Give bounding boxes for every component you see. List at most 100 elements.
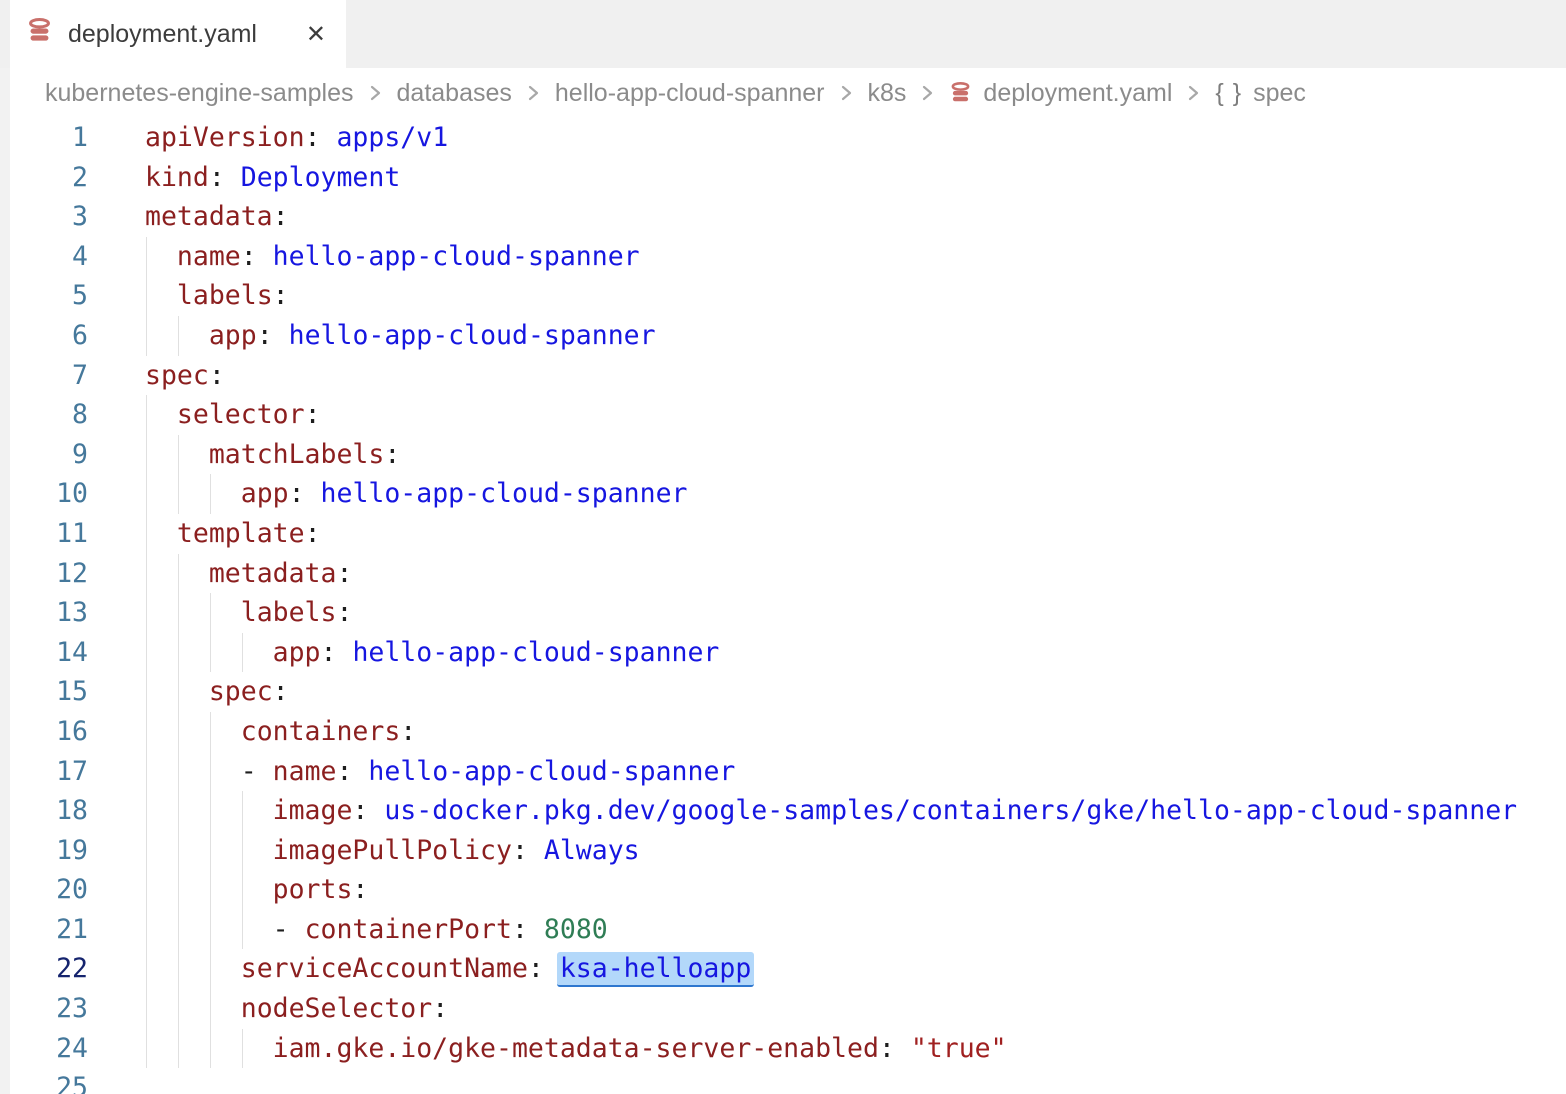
indent-guide — [242, 870, 243, 910]
line-number[interactable]: 8 — [0, 395, 88, 435]
breadcrumb-item-kubernetes-engine-samples[interactable]: kubernetes-engine-samples — [45, 79, 354, 108]
line-number[interactable]: 16 — [0, 712, 88, 752]
code-line-11[interactable]: 11 template: — [0, 514, 1566, 554]
code-line-text[interactable]: spec: — [88, 356, 1566, 396]
breadcrumb-item-deployment-yaml[interactable]: deployment.yaml — [949, 79, 1172, 108]
line-number[interactable]: 9 — [0, 435, 88, 475]
line-number[interactable]: 7 — [0, 356, 88, 396]
code-line-text[interactable]: iam.gke.io/gke-metadata-server-enabled: … — [88, 1029, 1566, 1069]
code-line-text[interactable]: metadata: — [88, 554, 1566, 594]
code-line-13[interactable]: 13 labels: — [0, 593, 1566, 633]
code-line-text[interactable]: app: hello-app-cloud-spanner — [88, 633, 1566, 673]
code-line-17[interactable]: 17 - name: hello-app-cloud-spanner — [0, 752, 1566, 792]
code-line-2[interactable]: 2kind: Deployment — [0, 158, 1566, 198]
code-line-9[interactable]: 9 matchLabels: — [0, 435, 1566, 475]
code-line-19[interactable]: 19 imagePullPolicy: Always — [0, 831, 1566, 871]
line-number[interactable]: 21 — [0, 910, 88, 950]
close-icon[interactable]: ✕ — [306, 22, 326, 46]
indent-guide — [146, 870, 147, 910]
indent-guide — [178, 633, 179, 673]
token-key: matchLabels — [209, 439, 385, 470]
code-line-10[interactable]: 10 app: hello-app-cloud-spanner — [0, 474, 1566, 514]
code-line-text[interactable]: template: — [88, 514, 1566, 554]
code-line-8[interactable]: 8 selector: — [0, 395, 1566, 435]
code-line-text[interactable]: labels: — [88, 593, 1566, 633]
code-line-text[interactable]: image: us-docker.pkg.dev/google-samples/… — [88, 791, 1566, 831]
code-line-text[interactable]: name: hello-app-cloud-spanner — [88, 237, 1566, 277]
breadcrumb-item-spec[interactable]: { }spec — [1215, 79, 1305, 108]
breadcrumb-item-k8s[interactable]: k8s — [868, 79, 907, 108]
token-pn: : — [336, 756, 368, 787]
code-line-3[interactable]: 3metadata: — [0, 197, 1566, 237]
line-number[interactable]: 13 — [0, 593, 88, 633]
code-line-14[interactable]: 14 app: hello-app-cloud-spanner — [0, 633, 1566, 673]
line-number[interactable]: 14 — [0, 633, 88, 673]
chevron-right-icon — [921, 81, 934, 105]
code-line-text[interactable]: spec: — [88, 672, 1566, 712]
token-ws — [145, 953, 241, 984]
code-line-24[interactable]: 24 iam.gke.io/gke-metadata-server-enable… — [0, 1029, 1566, 1069]
code-line-7[interactable]: 7spec: — [0, 356, 1566, 396]
line-number[interactable]: 3 — [0, 197, 88, 237]
line-number[interactable]: 5 — [0, 276, 88, 316]
code-line-12[interactable]: 12 metadata: — [0, 554, 1566, 594]
code-line-text[interactable]: nodeSelector: — [88, 989, 1566, 1029]
highlighted-token[interactable]: ksa-helloapp — [557, 952, 754, 987]
code-line-text[interactable]: app: hello-app-cloud-spanner — [88, 474, 1566, 514]
token-pn: : — [512, 835, 544, 866]
code-line-16[interactable]: 16 containers: — [0, 712, 1566, 752]
code-line-text[interactable]: containers: — [88, 712, 1566, 752]
code-line-18[interactable]: 18 image: us-docker.pkg.dev/google-sampl… — [0, 791, 1566, 831]
line-number[interactable]: 11 — [0, 514, 88, 554]
line-number[interactable]: 18 — [0, 791, 88, 831]
code-line-text[interactable]: selector: — [88, 395, 1566, 435]
line-number[interactable]: 22 — [0, 949, 88, 989]
code-line-text[interactable]: - name: hello-app-cloud-spanner — [88, 752, 1566, 792]
breadcrumb-item-databases[interactable]: databases — [397, 79, 512, 108]
line-number[interactable]: 1 — [0, 118, 88, 158]
line-number[interactable]: 24 — [0, 1029, 88, 1069]
indent-guide — [210, 1029, 211, 1069]
code-line-25[interactable]: 25 — [0, 1068, 1566, 1094]
line-number[interactable]: 10 — [0, 474, 88, 514]
code-line-text[interactable]: - containerPort: 8080 — [88, 910, 1566, 950]
code-area[interactable]: 1apiVersion: apps/v12kind: Deployment3me… — [0, 118, 1566, 1094]
code-line-23[interactable]: 23 nodeSelector: — [0, 989, 1566, 1029]
token-ws — [145, 241, 177, 272]
code-line-text[interactable]: kind: Deployment — [88, 158, 1566, 198]
code-line-20[interactable]: 20 ports: — [0, 870, 1566, 910]
tab-bar-empty-area — [346, 0, 1566, 68]
code-line-15[interactable]: 15 spec: — [0, 672, 1566, 712]
code-line-22[interactable]: 22 serviceAccountName: ksa-helloapp — [0, 949, 1566, 989]
indent-guide — [178, 554, 179, 594]
code-line-text[interactable]: app: hello-app-cloud-spanner — [88, 316, 1566, 356]
code-line-text[interactable] — [88, 1068, 1566, 1094]
code-line-text[interactable]: ports: — [88, 870, 1566, 910]
indent-guide — [210, 712, 211, 752]
code-line-text[interactable]: metadata: — [88, 197, 1566, 237]
line-number[interactable]: 12 — [0, 554, 88, 594]
code-line-4[interactable]: 4 name: hello-app-cloud-spanner — [0, 237, 1566, 277]
line-number[interactable]: 23 — [0, 989, 88, 1029]
code-line-text[interactable]: matchLabels: — [88, 435, 1566, 475]
line-number[interactable]: 15 — [0, 672, 88, 712]
line-number[interactable]: 6 — [0, 316, 88, 356]
code-line-1[interactable]: 1apiVersion: apps/v1 — [0, 118, 1566, 158]
code-line-text[interactable]: apiVersion: apps/v1 — [88, 118, 1566, 158]
token-ws — [145, 399, 177, 430]
code-line-6[interactable]: 6 app: hello-app-cloud-spanner — [0, 316, 1566, 356]
breadcrumb-item-hello-app-cloud-spanner[interactable]: hello-app-cloud-spanner — [555, 79, 825, 108]
code-line-5[interactable]: 5 labels: — [0, 276, 1566, 316]
code-line-text[interactable]: imagePullPolicy: Always — [88, 831, 1566, 871]
line-number[interactable]: 2 — [0, 158, 88, 198]
indent-guide — [178, 593, 179, 633]
code-line-21[interactable]: 21 - containerPort: 8080 — [0, 910, 1566, 950]
line-number[interactable]: 20 — [0, 870, 88, 910]
line-number[interactable]: 25 — [0, 1068, 88, 1094]
line-number[interactable]: 19 — [0, 831, 88, 871]
code-line-text[interactable]: labels: — [88, 276, 1566, 316]
line-number[interactable]: 4 — [0, 237, 88, 277]
tab-deployment-yaml[interactable]: deployment.yaml ✕ — [10, 0, 346, 68]
line-number[interactable]: 17 — [0, 752, 88, 792]
code-line-text[interactable]: serviceAccountName: ksa-helloapp — [88, 949, 1566, 989]
